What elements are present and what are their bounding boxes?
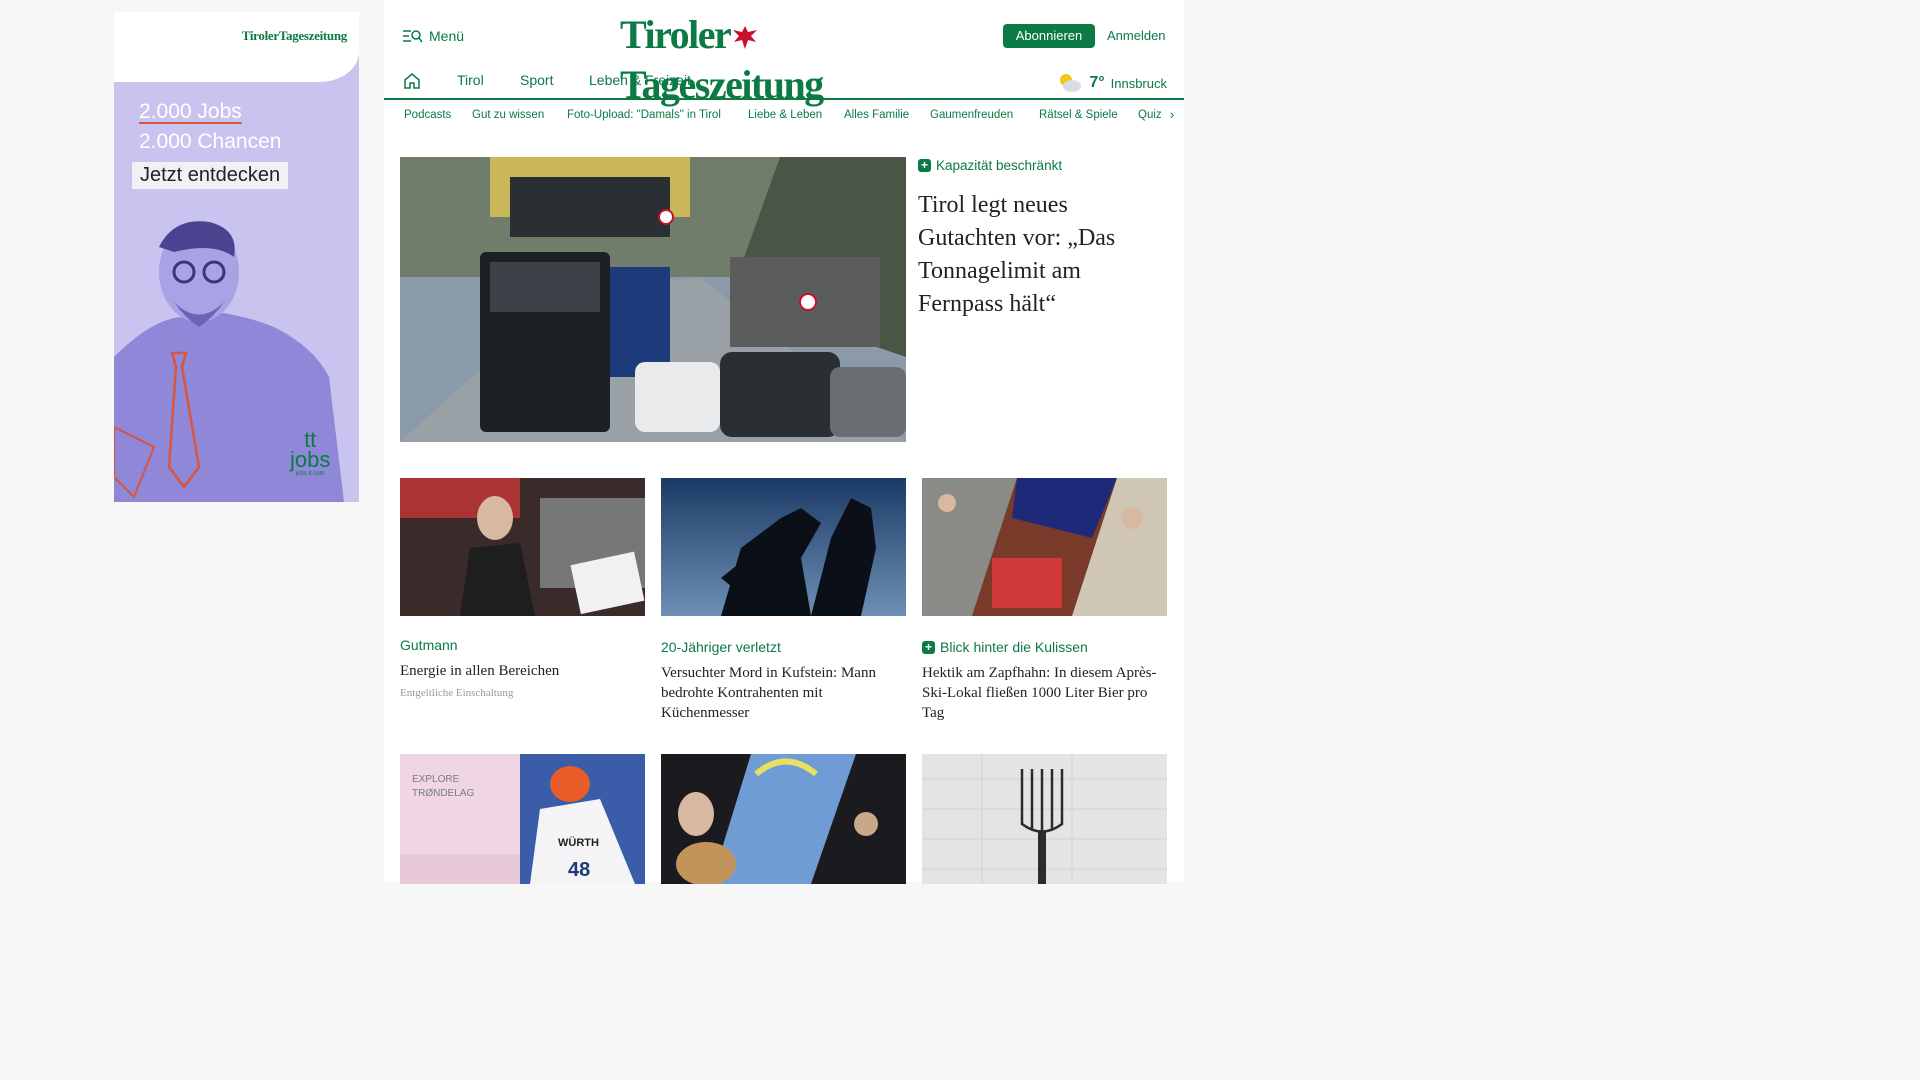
nav-item-tirol[interactable]: Tirol — [457, 72, 484, 88]
ad-cta-button[interactable]: Jetzt entdecken — [132, 162, 289, 189]
eagle-icon — [733, 26, 758, 49]
ski-sponsor-text: WÜRTH — [558, 836, 599, 849]
chevron-right-icon[interactable]: › — [1170, 107, 1174, 122]
subnav-item-alles-familie[interactable]: Alles Familie — [844, 109, 909, 121]
plus-icon: + — [922, 640, 935, 654]
weather-temp: 7° — [1089, 74, 1105, 91]
article-image-pitchfork[interactable] — [922, 754, 1167, 884]
main-content: Menü TirolerTageszeitung Abonnieren Anme… — [384, 0, 1184, 884]
article-image-apres-ski[interactable] — [922, 478, 1167, 616]
ski-trondelag-text: TRØNDELAG — [412, 788, 474, 799]
menu-search-icon — [403, 30, 423, 43]
weather-cloud-sun-icon — [1060, 74, 1082, 92]
nav-item-leben-freizeit[interactable]: Leben & Freizeit — [589, 72, 691, 88]
weather-city: Innsbruck — [1110, 75, 1167, 91]
subnav-item-podcasts[interactable]: Podcasts — [404, 109, 451, 121]
sponsored-label: Entgeltliche Einschaltung — [400, 687, 514, 699]
article-image-silhouette[interactable] — [661, 478, 906, 616]
menu-label: Menü — [429, 28, 465, 44]
article-title[interactable]: Energie in allen Bereichen — [400, 661, 645, 681]
site-logo[interactable]: TirolerTageszeitung — [620, 10, 950, 107]
article-kicker-text: Blick hinter die Kulissen — [940, 639, 1088, 655]
article-card[interactable]: 20-Jähriger verletzt Versuchter Mord in … — [661, 478, 906, 723]
article-title[interactable]: Versuchter Mord in Kufstein: Mann bedroh… — [661, 663, 906, 723]
subnav-item-liebe-leben[interactable]: Liebe & Leben — [748, 109, 822, 121]
weather-widget[interactable]: 7° Innsbruck — [1057, 72, 1167, 94]
ad-headline-2: 2.000 Chancen — [139, 130, 282, 153]
ad-header-bg — [114, 12, 359, 82]
plus-icon: + — [918, 159, 931, 172]
subscribe-button[interactable]: Abonnieren — [1003, 24, 1095, 48]
subnav-item-foto-upload[interactable]: Foto-Upload: "Damals" in Tirol — [567, 109, 721, 121]
article-image-ski-jumper[interactable]: EXPLORE TRØNDELAG WÜRTH 48 — [400, 754, 645, 884]
article-title[interactable]: Hektik am Zapfhahn: In diesem Après-Ski-… — [922, 663, 1167, 723]
subnav-item-gut-zu-wissen[interactable]: Gut zu wissen — [472, 109, 544, 121]
hero-title[interactable]: Tirol legt neues Gutachten vor: „Das Ton… — [918, 189, 1168, 321]
nav-item-sport[interactable]: Sport — [520, 72, 553, 88]
article-kicker: 20-Jähriger verletzt — [661, 639, 781, 655]
menu-button[interactable]: Menü — [403, 28, 464, 44]
article-card[interactable]: Gutmann Energie in allen Bereichen Entge… — [400, 478, 645, 699]
subnav-item-gaumenfreuden[interactable]: Gaumenfreuden — [930, 109, 1013, 121]
subnav-item-raetsel-spiele[interactable]: Rätsel & Spiele — [1039, 109, 1118, 121]
ad-logo: TirolerTageszeitung — [241, 28, 348, 43]
main-nav: Tirol Sport Leben & Freizeit 7° Innsbruc… — [384, 62, 1184, 100]
ad-brand-jobs: jobs — [290, 447, 331, 472]
login-button[interactable]: Anmelden — [1107, 28, 1166, 43]
logo-text-left: Tiroler — [620, 12, 732, 57]
article-image-barista[interactable] — [400, 478, 645, 616]
article-kicker: Gutmann — [400, 637, 458, 653]
advertisement-banner[interactable]: TirolerTageszeitung 2.000 Jobs 2.000 Cha… — [114, 12, 359, 502]
ad-ttjobs-logo: tt jobs jobs.tt.com — [290, 429, 331, 478]
ad-url: jobs.tt.com — [295, 471, 325, 477]
hero-teaser[interactable]: + Kapazität beschränkt Tirol legt neues … — [918, 158, 1168, 321]
article-image-paraglider[interactable] — [661, 754, 906, 884]
sub-nav: Podcasts Gut zu wissen Foto-Upload: "Dam… — [384, 106, 1184, 128]
home-icon[interactable] — [403, 72, 421, 90]
ski-bib-text: 48 — [568, 859, 590, 881]
article-card[interactable]: + Blick hinter die Kulissen Hektik am Za… — [922, 478, 1167, 723]
hero-kicker-text: Kapazität beschränkt — [936, 158, 1063, 173]
article-kicker: + Blick hinter die Kulissen — [922, 639, 1167, 655]
ski-explore-text: EXPLORE — [412, 774, 460, 785]
hero-kicker: + Kapazität beschränkt — [918, 158, 1168, 173]
ad-headline-1: 2.000 Jobs — [139, 100, 242, 123]
subnav-item-quiz[interactable]: Quiz — [1138, 109, 1162, 121]
hero-image[interactable] — [400, 157, 906, 442]
